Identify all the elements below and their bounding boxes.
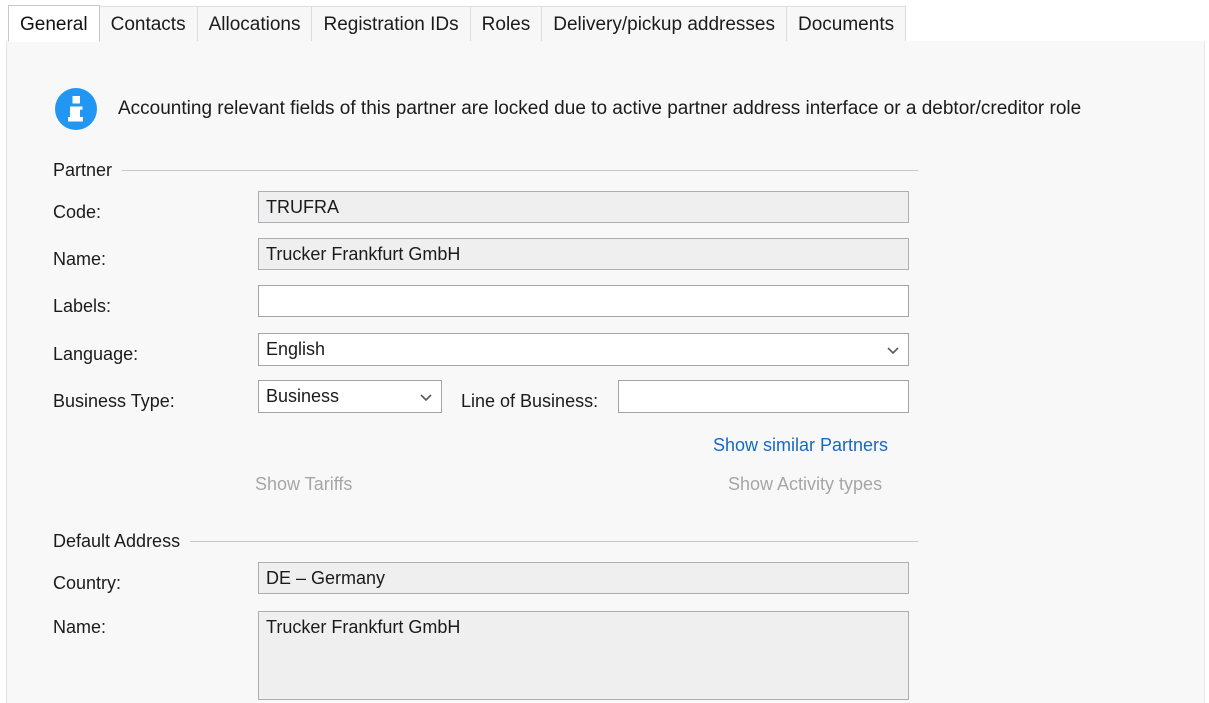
group-divider	[122, 170, 918, 171]
country-label: Country:	[53, 573, 122, 593]
group-divider	[190, 541, 918, 542]
tab-label: Registration IDs	[323, 13, 459, 35]
default-address-group-title: Default Address	[53, 531, 181, 551]
tab-list: General Contacts Allocations Registratio…	[8, 5, 907, 42]
info-message: Accounting relevant fields of this partn…	[118, 98, 1082, 119]
code-value: TRUFRA	[266, 196, 339, 217]
country-value: DE – Germany	[266, 567, 386, 588]
labels-label: Labels:	[53, 296, 112, 316]
tab-strip: General Contacts Allocations Registratio…	[0, 0, 1209, 42]
partner-group-title: Partner	[53, 160, 113, 180]
tab-general[interactable]: General	[8, 5, 100, 42]
show-activity-types-link: Show Activity types	[728, 474, 883, 494]
tab-delivery-pickup-addresses[interactable]: Delivery/pickup addresses	[542, 6, 787, 42]
code-label: Code:	[53, 202, 102, 222]
address-name-textarea[interactable]: Trucker Frankfurt GmbH	[258, 611, 909, 700]
line-of-business-label: Line of Business:	[461, 391, 599, 411]
partner-group-header: Partner	[53, 160, 918, 181]
tab-roles[interactable]: Roles	[470, 6, 543, 42]
business-type-label: Business Type:	[53, 391, 175, 411]
partner-name-value: Trucker Frankfurt GmbH	[266, 243, 461, 264]
tab-registration-ids[interactable]: Registration IDs	[312, 6, 471, 42]
tab-label: Allocations	[208, 13, 301, 35]
language-label: Language:	[53, 344, 139, 364]
show-tariffs-link: Show Tariffs	[255, 474, 353, 494]
partner-name-input[interactable]: Trucker Frankfurt GmbH	[258, 238, 909, 270]
tab-label: Documents	[798, 13, 895, 35]
business-type-select[interactable]: Business	[258, 380, 442, 413]
tab-label: General	[20, 13, 88, 35]
country-input[interactable]: DE – Germany	[258, 562, 909, 594]
tab-allocations[interactable]: Allocations	[197, 6, 313, 42]
default-address-group-header: Default Address	[53, 531, 918, 552]
tab-label: Contacts	[110, 13, 186, 35]
info-banner: Accounting relevant fields of this partn…	[53, 86, 1081, 132]
language-value: English	[266, 339, 326, 359]
labels-input[interactable]	[258, 285, 909, 317]
chevron-down-icon	[885, 342, 901, 358]
tab-label: Roles	[481, 13, 531, 35]
address-name-label: Name:	[53, 617, 107, 637]
partner-name-label: Name:	[53, 249, 107, 269]
tab-label: Delivery/pickup addresses	[553, 13, 775, 35]
tab-contacts[interactable]: Contacts	[99, 6, 198, 42]
business-type-value: Business	[266, 386, 340, 406]
general-tab-panel: Accounting relevant fields of this partn…	[6, 41, 1205, 703]
show-similar-partners-link[interactable]: Show similar Partners	[713, 435, 888, 456]
tab-documents[interactable]: Documents	[787, 6, 907, 42]
chevron-down-icon	[418, 389, 434, 405]
partner-general-form: General Contacts Allocations Registratio…	[0, 0, 1209, 703]
info-circle-icon	[53, 86, 99, 132]
code-input[interactable]: TRUFRA	[258, 191, 909, 223]
address-name-value: Trucker Frankfurt GmbH	[266, 617, 461, 637]
language-select[interactable]: English	[258, 333, 909, 366]
line-of-business-input[interactable]	[618, 380, 909, 413]
